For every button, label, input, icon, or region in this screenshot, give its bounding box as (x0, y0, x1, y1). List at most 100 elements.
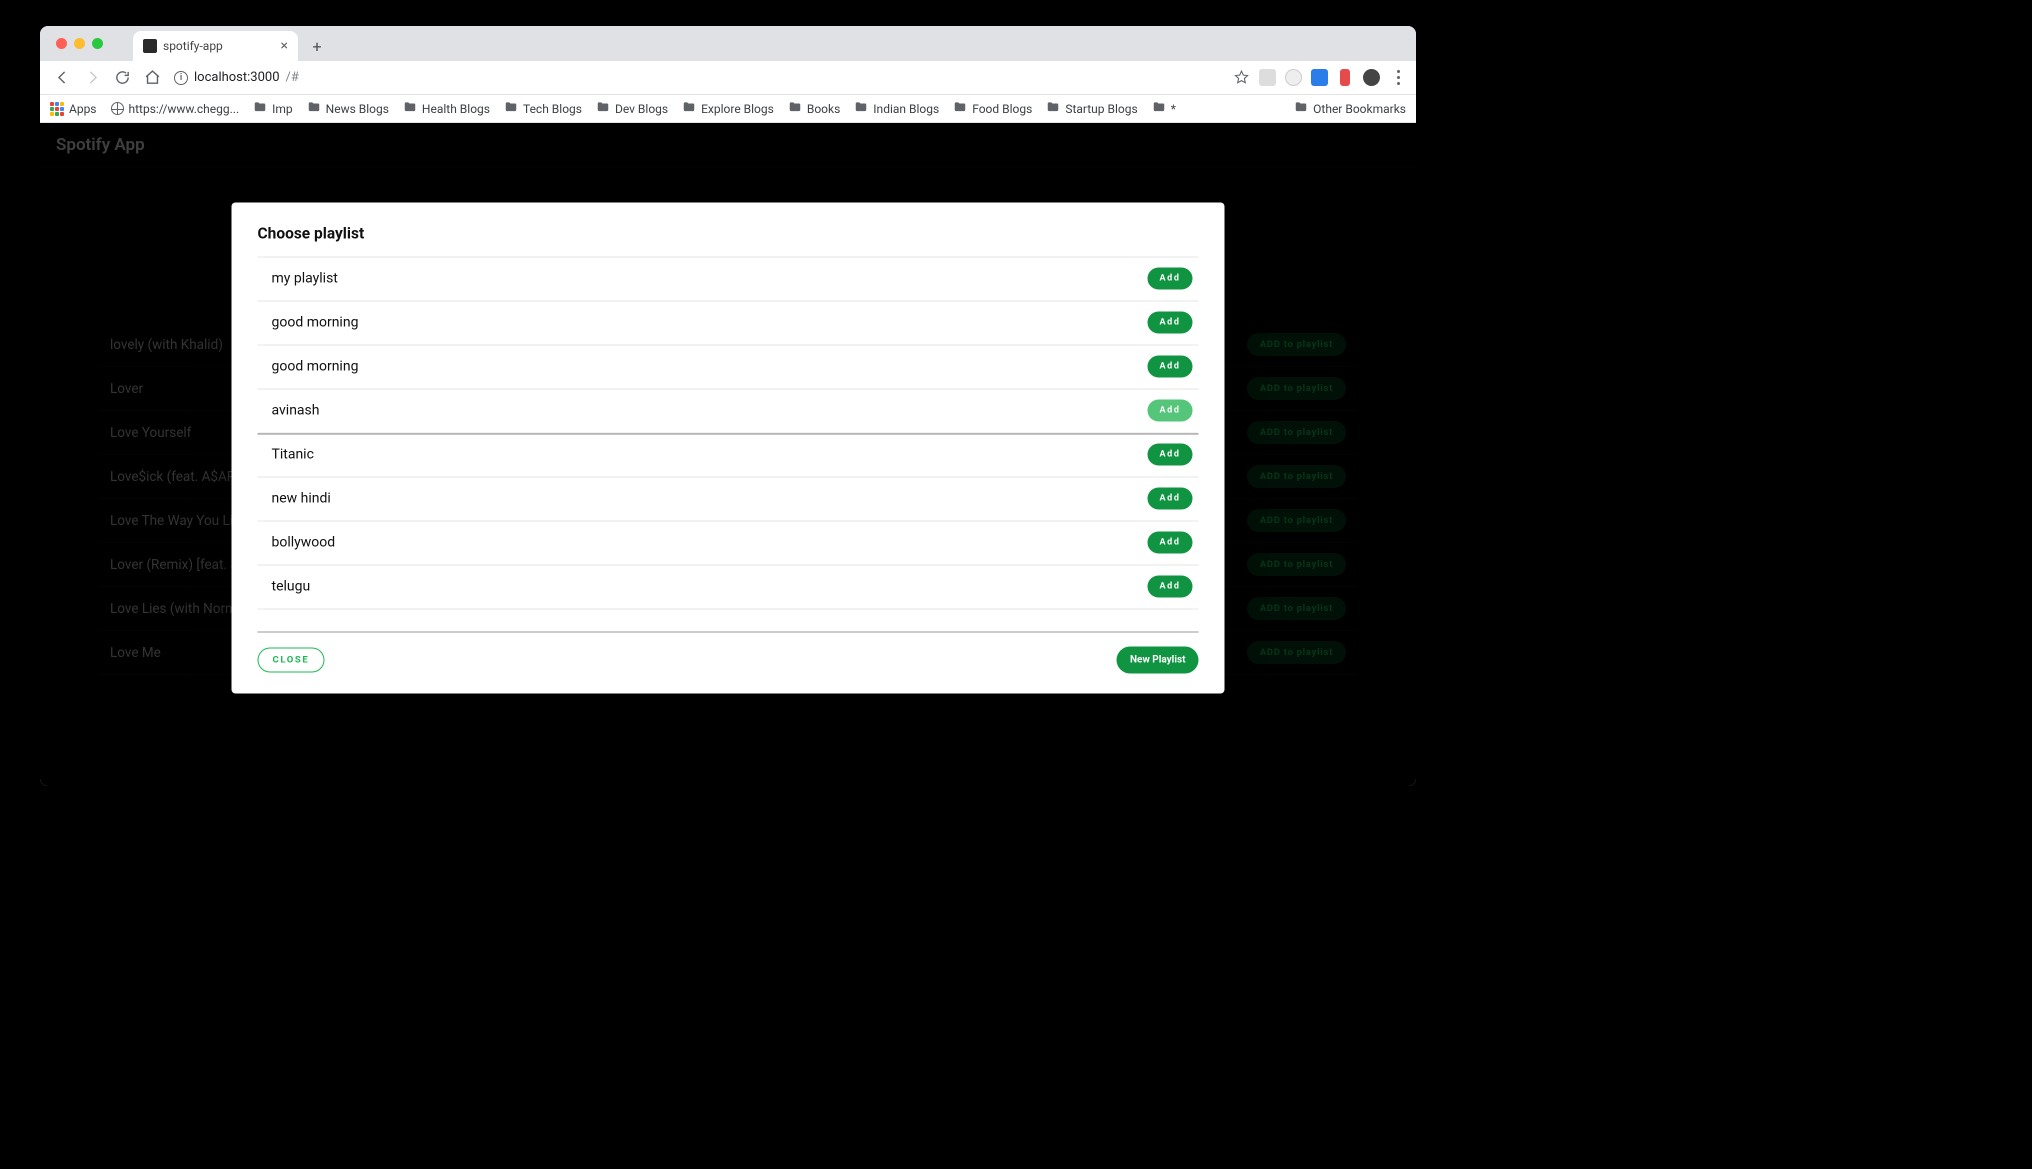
bookmark-label: https://www.chegg... (129, 102, 240, 116)
playlist-name: good morning (272, 315, 359, 331)
bookmark-item[interactable]: Imp (253, 100, 293, 117)
playlist-name: bollywood (272, 535, 336, 551)
playlist-name: avinash (272, 403, 320, 419)
window-minimize-button[interactable] (74, 38, 85, 49)
playlist-list: my playlistAddgood morningAddgood mornin… (258, 257, 1199, 609)
playlist-row: good morning Add (258, 301, 1199, 345)
bookmark-item[interactable]: https://www.chegg... (111, 102, 240, 116)
add-button[interactable]: Add (1148, 444, 1193, 466)
playlist-row: bollywood Add (258, 521, 1199, 565)
browser-titlebar: spotify-app × + (40, 26, 1416, 61)
other-bookmarks-label: Other Bookmarks (1313, 102, 1406, 116)
folder-icon (504, 100, 518, 117)
bookmark-label: Explore Blogs (701, 102, 774, 116)
folder-icon (596, 100, 610, 117)
bookmark-label: Health Blogs (422, 102, 490, 116)
folder-icon (854, 100, 868, 117)
bookmark-label: Tech Blogs (523, 102, 582, 116)
url-path: /# (286, 70, 299, 85)
toolbar-right (1232, 69, 1408, 87)
browser-menu-button[interactable] (1388, 70, 1408, 85)
apps-shortcut[interactable]: Apps (50, 102, 97, 116)
nav-back-button[interactable] (48, 64, 76, 92)
bookmark-item[interactable]: * (1152, 100, 1176, 117)
url-field[interactable]: i localhost:3000 /# (174, 70, 299, 85)
bookmark-item[interactable]: Food Blogs (953, 100, 1032, 117)
site-info-icon[interactable]: i (174, 71, 188, 85)
playlist-name: telugu (272, 579, 311, 595)
add-button[interactable]: Add (1148, 312, 1193, 334)
bookmark-item[interactable]: Dev Blogs (596, 100, 668, 117)
add-button[interactable]: Add (1148, 356, 1193, 378)
window-zoom-button[interactable] (92, 38, 103, 49)
bookmark-item[interactable]: Indian Blogs (854, 100, 939, 117)
folder-icon (253, 100, 267, 117)
playlist-name: Titanic (272, 447, 314, 463)
bookmark-label: * (1171, 102, 1176, 116)
folder-icon (682, 100, 696, 117)
playlist-row: Titanic Add (258, 433, 1199, 477)
extension-icon[interactable] (1284, 69, 1302, 87)
bookmark-label: Startup Blogs (1065, 102, 1137, 116)
nav-home-button[interactable] (138, 64, 166, 92)
bookmark-label: Books (807, 102, 840, 116)
arrow-right-icon (84, 69, 101, 86)
browser-address-bar: i localhost:3000 /# (40, 61, 1416, 95)
new-tab-button[interactable]: + (306, 35, 328, 57)
tab-title: spotify-app (163, 39, 223, 53)
nav-reload-button[interactable] (108, 64, 136, 92)
playlist-row: my playlist Add (258, 257, 1199, 301)
page-viewport: Spotify App lovely (with Khalid)ADD to p… (40, 123, 1416, 786)
folder-icon (1152, 100, 1166, 117)
bookmark-item[interactable]: Books (788, 100, 840, 117)
playlist-row: telugu Add (258, 565, 1199, 609)
folder-icon (953, 100, 967, 117)
add-button[interactable]: Add (1148, 268, 1193, 290)
bookmark-item[interactable]: Startup Blogs (1046, 100, 1137, 117)
add-button[interactable]: Add (1148, 488, 1193, 510)
bookmark-label: Indian Blogs (873, 102, 939, 116)
bookmark-label: Dev Blogs (615, 102, 668, 116)
tab-favicon (143, 39, 157, 53)
folder-icon (788, 100, 802, 117)
star-icon[interactable] (1232, 69, 1250, 87)
browser-window: spotify-app × + i localhost:3000 /# (40, 26, 1416, 786)
bookmark-item[interactable]: Tech Blogs (504, 100, 582, 117)
playlist-row: good morning Add (258, 345, 1199, 389)
add-button[interactable]: Add (1148, 576, 1193, 598)
browser-tab[interactable]: spotify-app × (133, 31, 298, 61)
tab-close-icon[interactable]: × (281, 38, 288, 54)
nav-forward-button[interactable] (78, 64, 106, 92)
folder-icon (307, 100, 321, 117)
add-button[interactable]: Add (1148, 400, 1193, 422)
bookmark-item[interactable]: Health Blogs (403, 100, 490, 117)
add-button[interactable]: Add (1148, 532, 1193, 554)
reload-icon (114, 69, 131, 86)
close-button[interactable]: CLOSE (258, 647, 325, 672)
extension-icon[interactable] (1310, 69, 1328, 87)
folder-icon (1046, 100, 1060, 117)
modal-footer: CLOSE New Playlist (258, 631, 1199, 673)
window-close-button[interactable] (56, 38, 67, 49)
url-host: localhost:3000 (194, 70, 280, 85)
playlist-name: good morning (272, 359, 359, 375)
extension-icon[interactable] (1336, 69, 1354, 87)
apps-label: Apps (69, 102, 97, 116)
bookmarks-bar: Apps https://www.chegg... Imp News Blogs He… (40, 95, 1416, 123)
other-bookmarks[interactable]: Other Bookmarks (1294, 100, 1406, 117)
folder-icon (1294, 100, 1308, 117)
bookmark-label: News Blogs (326, 102, 389, 116)
playlist-row: new hindi Add (258, 477, 1199, 521)
playlist-row: avinash Add (258, 389, 1199, 433)
choose-playlist-modal: Choose playlist my playlistAddgood morni… (232, 202, 1225, 693)
playlist-name: new hindi (272, 491, 331, 507)
bookmark-item[interactable]: Explore Blogs (682, 100, 774, 117)
new-playlist-button[interactable]: New Playlist (1117, 646, 1199, 673)
profile-avatar[interactable] (1362, 69, 1380, 87)
bookmark-item[interactable]: News Blogs (307, 100, 389, 117)
playlist-name: my playlist (272, 271, 338, 287)
extension-icon[interactable] (1258, 69, 1276, 87)
window-controls (48, 38, 103, 61)
bookmark-label: Food Blogs (972, 102, 1032, 116)
apps-grid-icon (50, 102, 64, 116)
